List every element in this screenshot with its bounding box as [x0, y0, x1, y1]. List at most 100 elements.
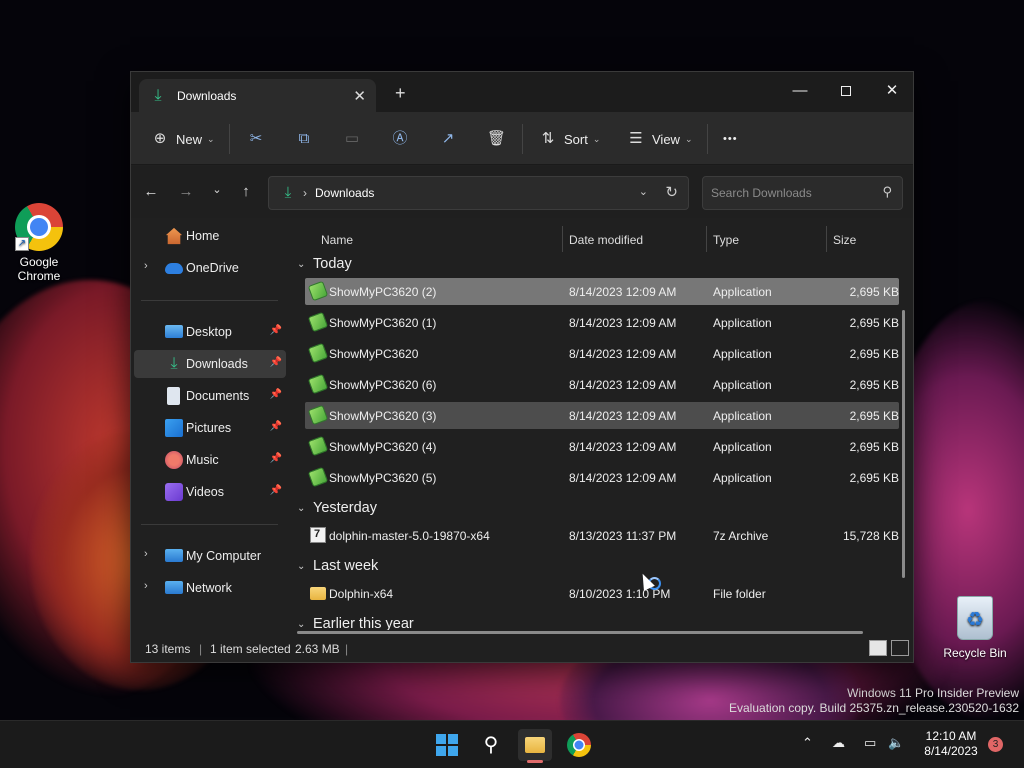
file-row[interactable]: dolphin-master-5.0-19870-x64 8/13/2023 1… [305, 522, 899, 549]
file-row[interactable]: ShowMyPC3620 (4) 8/14/2023 12:09 AM Appl… [305, 433, 899, 460]
share-button[interactable]: ↗ [439, 126, 457, 152]
plus-circle-icon: ⊕ [153, 130, 167, 147]
volume-icon[interactable]: 🔈 [888, 735, 904, 751]
sidebar-item-label: OneDrive [186, 261, 239, 275]
show-hidden-icons-chevron[interactable]: ⌃ [802, 735, 813, 751]
search-icon[interactable]: ⚲ [882, 184, 892, 200]
chevron-right-icon[interactable]: › [144, 548, 148, 560]
title-bar[interactable]: ⤓ Downloads ✕ + — ✕ [131, 72, 913, 112]
notification-badge[interactable]: 3 [988, 737, 1003, 752]
rename-button[interactable]: Ⓐ [391, 126, 409, 152]
large-icons-view-button[interactable] [891, 640, 909, 656]
start-button[interactable] [430, 729, 464, 761]
file-row[interactable]: ShowMyPC3620 (5) 8/14/2023 12:09 AM Appl… [305, 464, 899, 491]
search-input[interactable] [703, 177, 873, 209]
recycle-bin-icon [957, 596, 993, 640]
details-view-button[interactable] [869, 640, 887, 656]
sidebar-item-music[interactable]: Music 📌 [134, 446, 286, 474]
file-row[interactable]: ShowMyPC3620 8/14/2023 12:09 AM Applicat… [305, 340, 899, 367]
sidebar-item-label: Videos [186, 485, 224, 499]
column-header-date-modified[interactable]: Date modified [569, 226, 643, 254]
clock-time: 12:10 AM [925, 729, 977, 743]
desktop-icon-google-chrome[interactable]: ↗ Google Chrome [1, 203, 77, 283]
chevron-right-icon[interactable]: › [144, 580, 148, 592]
taskbar-chrome[interactable] [562, 729, 596, 761]
file-name: ShowMyPC3620 (5) [329, 471, 437, 485]
sidebar-item-videos[interactable]: Videos 📌 [134, 478, 286, 506]
more-options-button[interactable]: ••• [723, 126, 738, 152]
delete-button[interactable]: 🗑 [487, 126, 507, 152]
sidebar-item-onedrive[interactable]: › OneDrive [134, 254, 286, 282]
column-header-name[interactable]: Name [321, 226, 353, 254]
group-header-today[interactable]: ⌄ Today [297, 252, 352, 276]
file-date: 8/14/2023 12:09 AM [569, 471, 677, 485]
download-icon: ⤓ [170, 355, 178, 372]
new-tab-button[interactable]: + [395, 83, 406, 104]
sidebar-item-desktop[interactable]: Desktop 📌 [134, 318, 286, 346]
file-row[interactable]: ShowMyPC3620 (1) 8/14/2023 12:09 AM Appl… [305, 309, 899, 336]
document-icon [167, 387, 180, 405]
refresh-button[interactable]: ↻ [665, 183, 678, 201]
view-button[interactable]: ☰ View ⌄ [627, 126, 692, 152]
desktop-icon-recycle-bin[interactable]: Recycle Bin [937, 596, 1013, 660]
back-button[interactable]: ← [141, 183, 161, 200]
file-row[interactable]: ShowMyPC3620 (3) 8/14/2023 12:09 AM Appl… [305, 402, 899, 429]
view-icon: ☰ [629, 130, 643, 147]
up-button[interactable]: ↑ [236, 183, 256, 200]
horizontal-scrollbar[interactable] [297, 631, 863, 634]
cloud-offline-icon[interactable]: ☁ [832, 735, 845, 751]
sidebar-item-downloads[interactable]: ⤓ Downloads 📌 [134, 350, 286, 378]
group-header-earlier-this-year[interactable]: ⌄ Earlier this year [297, 612, 414, 630]
cut-button[interactable]: ✂ [247, 126, 265, 152]
copy-button[interactable]: ⧉ [295, 126, 313, 152]
copy-icon: ⧉ [298, 130, 310, 147]
group-header-last-week[interactable]: ⌄ Last week [297, 554, 378, 578]
item-count: 13 items [145, 642, 191, 656]
new-button[interactable]: ⊕ New ⌄ [151, 126, 215, 152]
sidebar-item-documents[interactable]: Documents 📌 [134, 382, 286, 410]
chevron-down-icon: ⌄ [207, 133, 215, 144]
sidebar-item-home[interactable]: Home [134, 222, 286, 250]
sidebar-item-my-computer[interactable]: › My Computer [134, 542, 286, 570]
column-header-size[interactable]: Size [833, 226, 856, 254]
vertical-scrollbar[interactable] [902, 310, 905, 578]
search-button[interactable]: ⚲ [474, 729, 508, 761]
file-type: Application [713, 471, 772, 485]
file-row[interactable]: Dolphin-x64 8/10/2023 1:10 PM File folde… [305, 580, 899, 607]
file-row[interactable]: ShowMyPC3620 (6) 8/14/2023 12:09 AM Appl… [305, 371, 899, 398]
forward-button[interactable]: → [176, 183, 196, 200]
sidebar-item-pictures[interactable]: Pictures 📌 [134, 414, 286, 442]
maximize-button[interactable] [823, 76, 869, 106]
clock[interactable]: 12:10 AM 8/14/2023 [916, 729, 986, 759]
share-icon: ↗ [441, 130, 455, 147]
taskbar-file-explorer[interactable] [518, 729, 552, 763]
group-header-yesterday[interactable]: ⌄ Yesterday [297, 496, 377, 520]
close-window-button[interactable]: ✕ [869, 76, 915, 106]
close-tab-icon[interactable]: ✕ [353, 87, 366, 105]
sidebar-item-network[interactable]: › Network [134, 574, 286, 602]
recent-locations-button[interactable]: ⌄ [207, 183, 227, 196]
trash-icon: 🗑 [487, 130, 507, 147]
status-bar: 13 items | 1 item selected 2.63 MB | [131, 636, 913, 662]
address-history-chevron-icon[interactable]: ⌄ [639, 185, 648, 198]
group-label: Last week [313, 558, 379, 574]
search-icon: ⚲ [483, 734, 499, 756]
minimize-button[interactable]: — [777, 76, 823, 106]
scissors-icon: ✂ [249, 130, 263, 147]
address-bar[interactable]: ⤓ › Downloads ⌄ ↻ [268, 176, 689, 210]
search-box[interactable]: ⚲ [702, 176, 903, 210]
paste-button[interactable]: ▭ [343, 126, 361, 152]
network-icon[interactable]: ▭ [864, 735, 876, 751]
file-date: 8/14/2023 12:09 AM [569, 285, 677, 299]
sidebar-item-label: Pictures [186, 421, 232, 435]
sort-button[interactable]: ⇅ Sort ⌄ [539, 126, 601, 152]
breadcrumb-downloads[interactable]: Downloads [315, 186, 374, 200]
file-row[interactable]: ShowMyPC3620 (2) 8/14/2023 12:09 AM Appl… [305, 278, 899, 305]
column-header-type[interactable]: Type [713, 226, 739, 254]
evaluation-watermark: Windows 11 Pro Insider Preview Evaluatio… [729, 686, 1019, 716]
folder-icon [310, 587, 326, 600]
download-icon: ⤓ [154, 86, 162, 104]
chevron-right-icon[interactable]: › [144, 260, 148, 272]
tab-downloads[interactable]: ⤓ Downloads ✕ [139, 79, 376, 112]
file-date: 8/14/2023 12:09 AM [569, 316, 677, 330]
